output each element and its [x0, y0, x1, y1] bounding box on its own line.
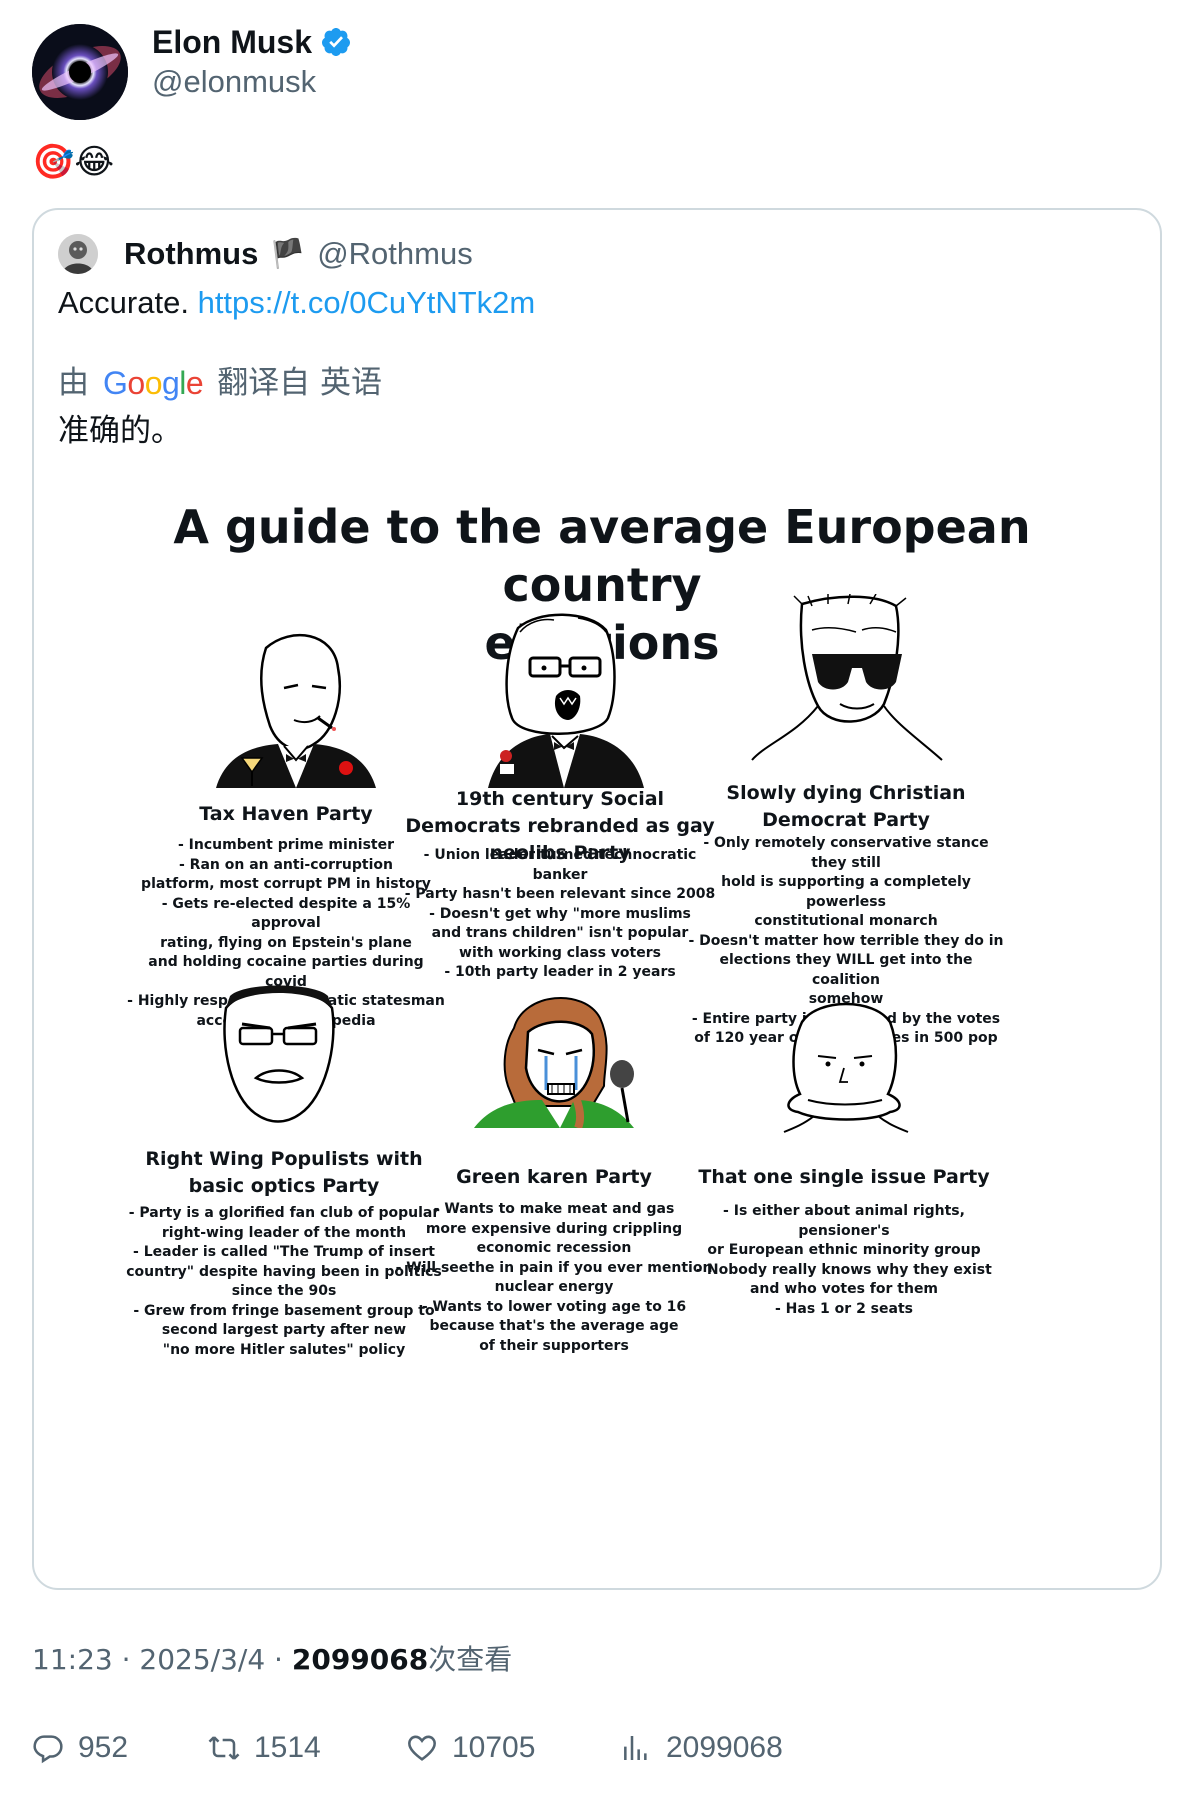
translated-text: 准确的。 [58, 413, 182, 449]
like-button[interactable]: 10705 [406, 1720, 535, 1776]
author-name[interactable]: Elon Musk [152, 22, 312, 62]
tweet-meta: 11:23 · 2025/3/4 · 2099068次查看 [32, 1640, 512, 1680]
panel-title: Slowly dying Christian Democrat Party [726, 782, 966, 831]
quoted-tweet-card[interactable]: Rothmus 🏴 @Rothmus Accurate. https://t.c… [32, 208, 1162, 1590]
quoted-author-name[interactable]: Rothmus [124, 234, 258, 274]
views-button[interactable]: 2099068 [620, 1720, 783, 1776]
reply-count: 952 [78, 1731, 129, 1764]
google-logo-letter: o [127, 365, 145, 401]
crying-karen-icon [474, 997, 634, 1128]
reply-button[interactable]: 952 [32, 1720, 128, 1776]
flag-icon: 🏴 [270, 237, 306, 270]
quoted-tweet-body: Accurate. [58, 285, 189, 320]
like-count: 10705 [452, 1731, 536, 1764]
tweet-action-bar: 952 1514 10705 2099068 [32, 1720, 1132, 1780]
quoted-author-row[interactable]: Rothmus 🏴 @Rothmus [124, 234, 473, 274]
wojak-glasses-icon [223, 985, 335, 1123]
google-logo-letter: G [103, 365, 128, 401]
panel-title: Green karen Party [456, 1166, 652, 1188]
quoted-tweet-link[interactable]: https://t.co/0CuYtNTk2m [198, 285, 536, 320]
panel-description: - Union leader turned technocratic banke… [404, 847, 716, 980]
panel-description: - Is either about animal rights, pension… [696, 1203, 992, 1317]
author-handle[interactable]: @elonmusk [152, 62, 316, 102]
tweet-timestamp[interactable]: 11:23 · 2025/3/4 · [32, 1643, 292, 1676]
quoted-author-avatar[interactable] [58, 234, 98, 274]
author-name-row[interactable]: Elon Musk [152, 22, 352, 62]
like-icon [408, 1735, 436, 1761]
google-logo: Google [103, 362, 204, 404]
repost-count: 1514 [254, 1731, 321, 1764]
meme-title-line1: A guide to the average European country [173, 500, 1031, 612]
repost-icon [208, 1736, 240, 1760]
translate-prefix: 由 [58, 365, 89, 401]
wojak-sunglasses-icon [751, 594, 943, 761]
author-avatar-image [32, 24, 128, 120]
tweet-views-count: 2099068 [291, 1643, 429, 1676]
author-avatar[interactable] [32, 24, 128, 120]
tweet-views-label: 次查看 [428, 1643, 513, 1676]
panel-title: That one single issue Party [698, 1166, 990, 1188]
quoted-author-avatar-image [58, 234, 98, 274]
panel-title: Tax Haven Party [199, 803, 373, 825]
panel-description: - Wants to make meat and gas more expens… [395, 1201, 713, 1354]
reply-icon [33, 1735, 63, 1764]
google-logo-letter: l [179, 365, 186, 401]
google-logo-letter: g [161, 365, 180, 401]
google-logo-letter: o [144, 365, 163, 401]
chad-tuxedo-icon [216, 633, 376, 788]
translate-suffix: 翻译自 英语 [217, 365, 383, 401]
quoted-author-handle[interactable]: @Rothmus [317, 234, 473, 274]
views-icon [624, 1736, 647, 1760]
soyjak-suit-icon [488, 613, 644, 788]
views-count: 2099068 [666, 1731, 783, 1764]
translation-attribution[interactable]: 由 Google 翻译自 英语 [58, 362, 382, 404]
tweet-text: 🎯😂 [32, 142, 115, 182]
meme-image[interactable]: A guide to the average European country … [102, 478, 1102, 1538]
quoted-tweet-text: Accurate. https://t.co/0CuYtNTk2m [58, 282, 535, 324]
wojak-neutral-icon [783, 1002, 909, 1133]
repost-button[interactable]: 1514 [208, 1720, 321, 1776]
verified-badge-icon [322, 28, 351, 56]
google-logo-letter: e [185, 365, 204, 401]
